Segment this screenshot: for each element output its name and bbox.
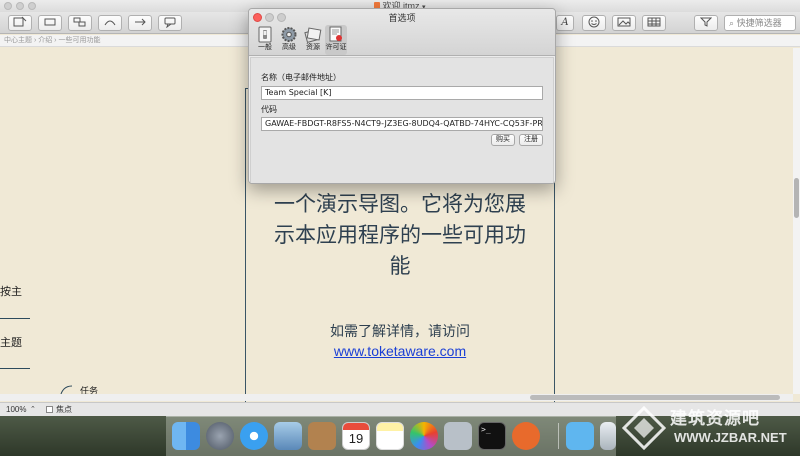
- search-placeholder: 快捷筛选器: [736, 18, 782, 28]
- vertical-scroll-thumb[interactable]: [794, 178, 799, 218]
- dock: 19 >_: [166, 416, 616, 456]
- horizontal-scroll-thumb[interactable]: [530, 395, 780, 400]
- name-label: 名称（电子邮件地址）: [261, 73, 341, 82]
- tab-general[interactable]: 一般: [253, 25, 277, 55]
- dialog-title: 首选项: [388, 13, 416, 23]
- boundary-button[interactable]: [128, 15, 152, 31]
- tab-advanced-label: 高级: [282, 44, 296, 51]
- horizontal-scrollbar[interactable]: [0, 394, 793, 401]
- register-button[interactable]: 注册: [519, 134, 543, 146]
- new-topic-button[interactable]: [8, 15, 32, 31]
- tab-advanced[interactable]: 高级: [277, 25, 301, 55]
- website-link[interactable]: www.toketaware.com: [246, 343, 554, 359]
- dialog-titlebar: 首选项 一般 高级 资源 许可证: [249, 9, 555, 56]
- license-icon: [329, 26, 342, 42]
- focus-label: 焦点: [56, 405, 72, 414]
- terminal-icon[interactable]: >_: [478, 422, 506, 450]
- topic-connector: [0, 368, 30, 369]
- new-topic-icon: [13, 16, 27, 27]
- license-panel: 名称（电子邮件地址） Team Special [K] 代码 GAWAE-FBD…: [250, 57, 554, 183]
- subtopic-button[interactable]: [38, 15, 62, 31]
- tab-license-label: 许可证: [325, 44, 347, 51]
- resources-icon: [304, 27, 322, 43]
- code-field[interactable]: GAWAE-FBDGT-R8FS5-N4CT9-JZ3EG-8UDQ4-QATB…: [261, 117, 543, 131]
- font-button[interactable]: A: [556, 15, 574, 31]
- central-text-line: 示本应用程序的一些可用功: [274, 224, 526, 247]
- tab-license[interactable]: 许可证: [325, 25, 347, 55]
- tab-general-label: 一般: [258, 44, 272, 51]
- switch-icon: [258, 26, 272, 43]
- tab-resources-label: 资源: [306, 44, 320, 51]
- topic-node[interactable]: 主题: [0, 334, 22, 350]
- search-icon: ⌕: [729, 18, 735, 28]
- breadcrumb-text: 中心主题 › 介绍 › 一些可用功能: [4, 37, 101, 44]
- chevron-updown-icon[interactable]: ⌃: [30, 403, 36, 416]
- info-text: 如需了解详情，请访问: [330, 323, 470, 339]
- calendar-header: [343, 423, 369, 430]
- dialog-body: 名称（电子邮件地址） Team Special [K] 代码 GAWAE-FBD…: [249, 57, 555, 183]
- watermark-title: 建筑资源吧: [670, 409, 760, 428]
- emoji-button[interactable]: [582, 15, 606, 31]
- notes-icon[interactable]: [376, 422, 404, 450]
- filter-button[interactable]: [694, 15, 718, 31]
- image-icon: [617, 17, 631, 27]
- watermark-url: WWW.JZBAR.NET: [674, 430, 787, 445]
- downloads-icon[interactable]: [566, 422, 594, 450]
- contacts-icon[interactable]: [308, 422, 336, 450]
- funnel-icon: [699, 17, 713, 27]
- preferences-dialog: 首选项 一般 高级 资源 许可证 名称（电子邮件地址） Team Special: [248, 8, 556, 184]
- table-icon: [647, 17, 661, 27]
- calendar-day: 19: [348, 431, 364, 446]
- topic-connector: [0, 318, 30, 319]
- subtopic-icon: [44, 18, 56, 26]
- safari-icon[interactable]: [240, 422, 268, 450]
- quick-filter-search[interactable]: ⌕ 快捷筛选器: [724, 15, 796, 31]
- photos-icon[interactable]: [410, 422, 438, 450]
- buy-button[interactable]: 购买: [491, 134, 515, 146]
- zoom-level[interactable]: 100%: [6, 403, 26, 416]
- app-icon[interactable]: [512, 422, 540, 450]
- app-window: 欢迎.itmz ▾ A: [0, 0, 800, 416]
- boundary-icon: [135, 18, 146, 26]
- dock-separator: [558, 423, 559, 449]
- code-label: 代码: [261, 105, 277, 114]
- sibling-icon: [73, 17, 86, 27]
- callout-icon: [164, 17, 176, 29]
- table-button[interactable]: [642, 15, 666, 31]
- watermark: 建筑资源吧 WWW.JZBAR.NET: [620, 402, 800, 456]
- relationship-icon: [104, 20, 116, 26]
- calendar-icon[interactable]: 19: [342, 422, 370, 450]
- finder-icon[interactable]: [172, 422, 200, 450]
- topic-node[interactable]: 按主: [0, 283, 22, 299]
- gear-icon: [281, 27, 297, 42]
- utility-icon[interactable]: [444, 422, 472, 450]
- trash-icon[interactable]: [600, 422, 616, 450]
- relationship-button[interactable]: [98, 15, 122, 31]
- sibling-button[interactable]: [68, 15, 92, 31]
- callout-button[interactable]: [158, 15, 182, 31]
- launchpad-icon[interactable]: [206, 422, 234, 450]
- mail-icon[interactable]: [274, 422, 302, 450]
- smiley-icon: [588, 16, 600, 28]
- watermark-logo-icon: [622, 406, 666, 450]
- central-text-line: 一个演示导图。它将为您展: [274, 193, 526, 216]
- focus-checkbox[interactable]: [46, 406, 53, 413]
- central-text-line: 能: [389, 255, 411, 278]
- image-button[interactable]: [612, 15, 636, 31]
- name-field[interactable]: Team Special [K]: [261, 86, 543, 100]
- tab-resources[interactable]: 资源: [301, 25, 325, 55]
- vertical-scrollbar[interactable]: [793, 48, 800, 394]
